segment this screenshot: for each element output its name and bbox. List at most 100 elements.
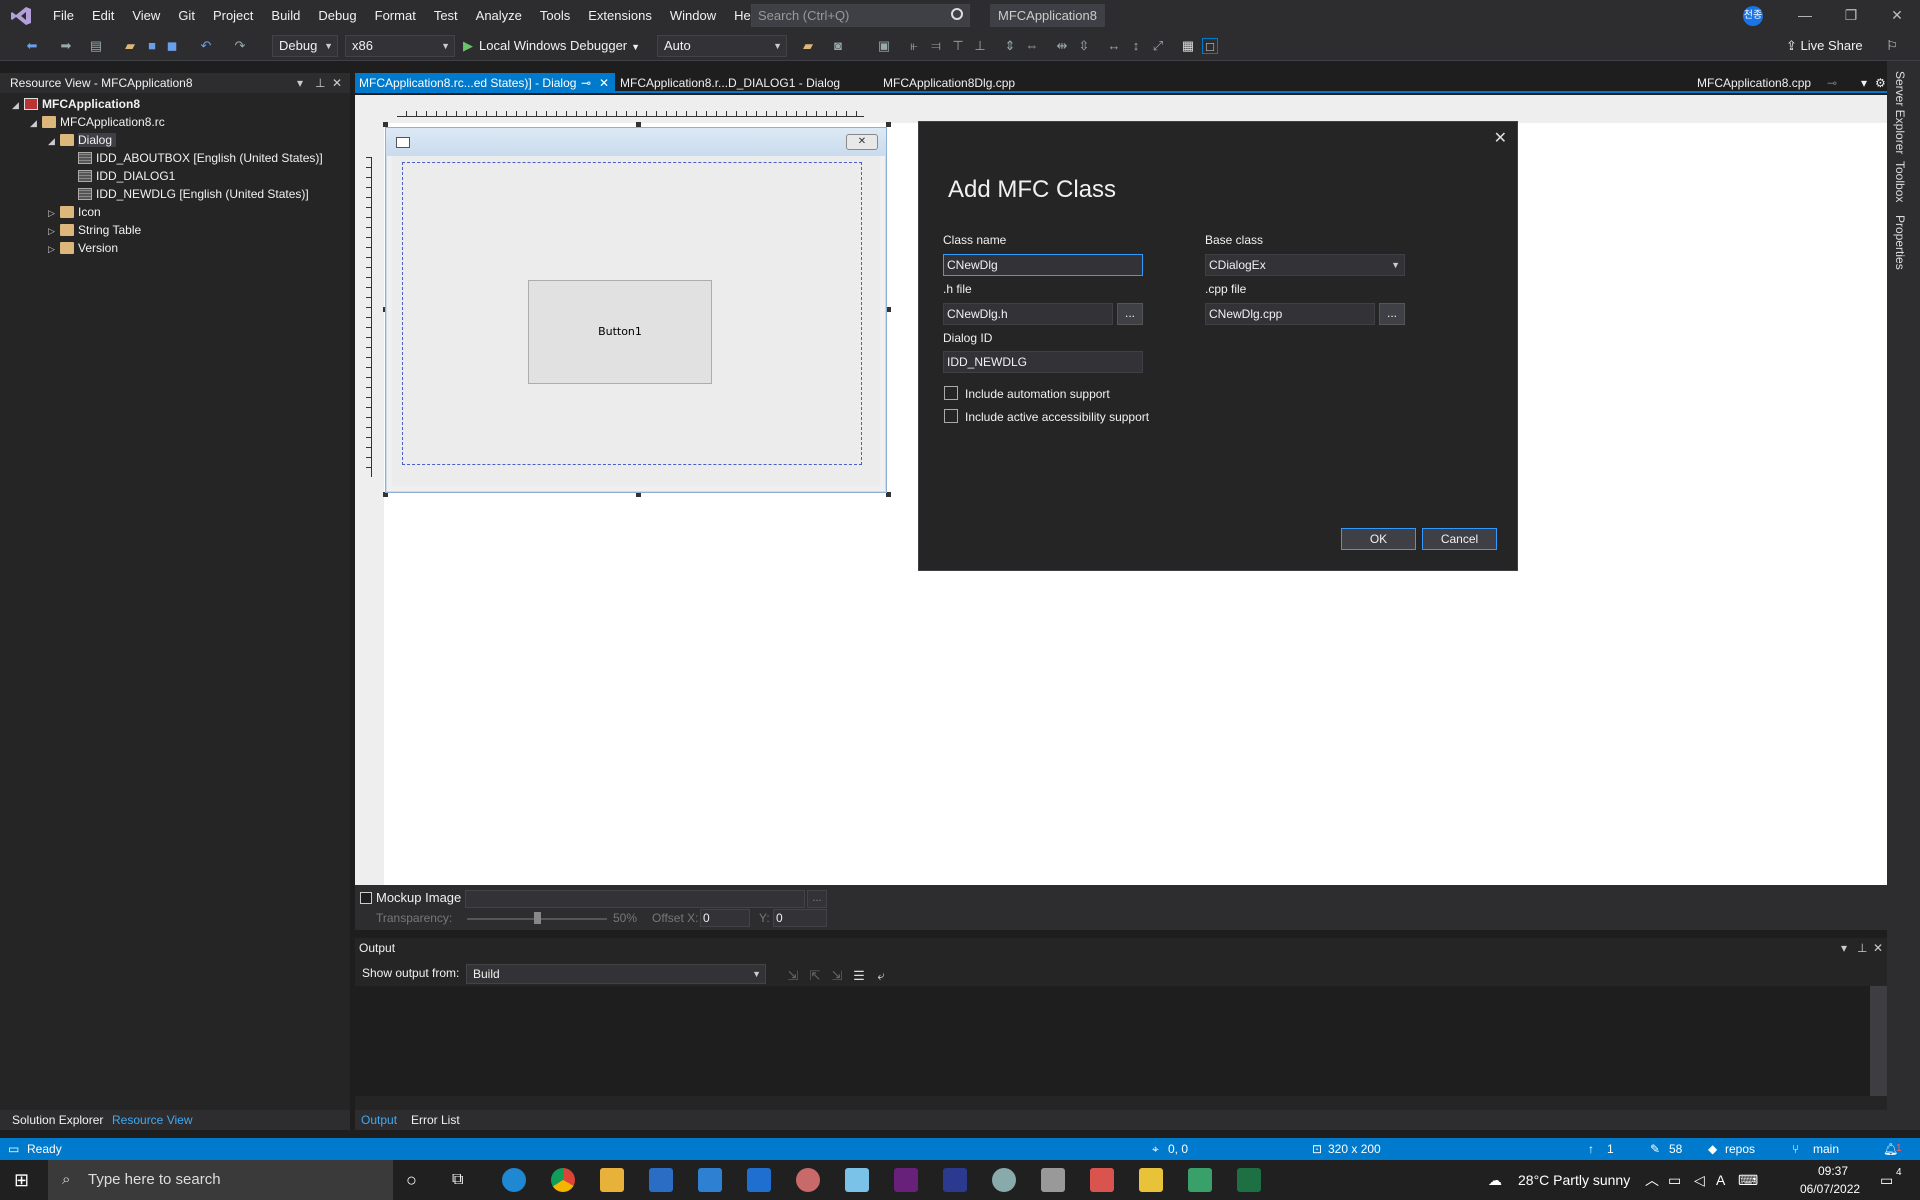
tree-item[interactable]: ▷ Version <box>48 239 118 257</box>
center-horizontal-icon[interactable]: ⇔ <box>1024 38 1040 54</box>
find-message-icon[interactable]: ⇲ <box>785 968 801 984</box>
align-bottom-icon[interactable]: ⊥ <box>972 38 988 54</box>
close-icon[interactable]: ✕ <box>599 73 609 93</box>
save-all-icon[interactable]: ◼ <box>164 38 180 54</box>
pin-icon[interactable]: ⊸ <box>581 73 591 93</box>
taskbar-search[interactable]: ⌕ Type here to search <box>48 1160 393 1200</box>
prev-message-icon[interactable]: ⇱ <box>807 968 823 984</box>
browse-button[interactable]: ... <box>807 890 827 908</box>
tree-item[interactable]: ◢ Dialog <box>48 131 117 150</box>
repo-icon[interactable]: ◆ <box>1708 1138 1717 1160</box>
collapsed-icon[interactable]: ▷ <box>48 222 60 240</box>
platform-select[interactable]: x86 ▼ <box>345 35 455 57</box>
output-source-select[interactable]: Build ▼ <box>466 964 766 984</box>
align-left-icon[interactable]: ⫦ <box>906 38 922 54</box>
expanded-icon[interactable]: ◢ <box>30 114 42 132</box>
paint-icon[interactable] <box>796 1168 820 1192</box>
action-center-icon[interactable]: ▭ <box>1880 1160 1893 1200</box>
collapsed-icon[interactable]: ▷ <box>48 204 60 222</box>
tree-item[interactable]: ▷ String Table <box>48 221 141 239</box>
tab-dialog1[interactable]: MFCApplication8.r...D_DIALOG1 - Dialog <box>616 73 844 93</box>
vertical-scrollbar[interactable] <box>1870 986 1887 1096</box>
menu-window[interactable]: Window <box>661 0 725 31</box>
redo-icon[interactable]: ↷ <box>232 38 248 54</box>
mail-icon[interactable] <box>698 1168 722 1192</box>
calculator-icon[interactable] <box>1041 1168 1065 1192</box>
back-icon[interactable]: ⬅ <box>24 38 40 54</box>
make-same-height-icon[interactable]: ↕ <box>1128 38 1144 54</box>
guides-icon[interactable]: □ <box>1202 38 1218 54</box>
toggle-icon[interactable]: ▣ <box>876 38 892 54</box>
tab-error-list[interactable]: Error List <box>407 1110 464 1130</box>
folder-icon[interactable]: ▰ <box>800 38 816 54</box>
live-share-button[interactable]: ⇪ Live Share <box>1786 36 1863 56</box>
tree-item[interactable]: IDD_NEWDLG [English (United States)] <box>66 185 309 203</box>
close-icon[interactable]: ✕ <box>332 73 342 93</box>
visual-studio-icon[interactable] <box>894 1168 918 1192</box>
new-item-icon[interactable]: ▤ <box>88 38 104 54</box>
menu-extensions[interactable]: Extensions <box>579 0 661 31</box>
screenshot-icon[interactable]: ◙ <box>830 38 846 54</box>
expanded-icon[interactable]: ◢ <box>48 132 60 150</box>
ok-button[interactable]: OK <box>1341 528 1416 550</box>
undo-icon[interactable]: ↶ <box>198 38 214 54</box>
make-same-width-icon[interactable]: ↔ <box>1106 38 1122 54</box>
minimize-button[interactable]: — <box>1782 0 1828 31</box>
menu-file[interactable]: File <box>44 0 83 31</box>
file-explorer-icon[interactable] <box>600 1168 624 1192</box>
pin-icon[interactable]: ⊥ <box>315 73 325 93</box>
expanded-icon[interactable]: ◢ <box>12 96 24 114</box>
windows-start-icon[interactable]: ⊞ <box>14 1160 29 1200</box>
mockup-path-field[interactable] <box>465 890 805 908</box>
menu-edit[interactable]: Edit <box>83 0 123 31</box>
menu-format[interactable]: Format <box>366 0 425 31</box>
tab-solution-explorer[interactable]: Solution Explorer <box>8 1110 107 1130</box>
h-file-browse-button[interactable]: ... <box>1117 303 1143 325</box>
clear-all-icon[interactable]: ☰ <box>851 968 867 984</box>
mockup-image-checkbox[interactable] <box>360 892 372 904</box>
make-same-size-icon[interactable]: ⤢ <box>1150 38 1166 54</box>
menu-view[interactable]: View <box>123 0 169 31</box>
class-name-input[interactable]: CNewDlg <box>943 254 1143 276</box>
menu-project[interactable]: Project <box>204 0 262 31</box>
ide-icon[interactable] <box>747 1168 771 1192</box>
notepad-icon[interactable] <box>845 1168 869 1192</box>
cancel-button[interactable]: Cancel <box>1422 528 1497 550</box>
input-method-icon[interactable]: A <box>1716 1160 1725 1200</box>
typora-icon[interactable] <box>1139 1168 1163 1192</box>
pin-icon[interactable]: ⊸ <box>1823 73 1841 93</box>
jetbrains-icon[interactable] <box>943 1168 967 1192</box>
space-across-icon[interactable]: ⇹ <box>1054 38 1070 54</box>
tree-item[interactable]: ▷ Icon <box>48 203 101 221</box>
pencil-icon[interactable]: ✎ <box>1650 1138 1660 1160</box>
offset-y-field[interactable]: 0 <box>773 909 827 927</box>
tree-item[interactable]: IDD_DIALOG1 <box>66 167 175 185</box>
cpp-file-browse-button[interactable]: ... <box>1379 303 1405 325</box>
office-icon[interactable] <box>1090 1168 1114 1192</box>
avatar[interactable]: 천종 <box>1743 6 1763 26</box>
forward-icon[interactable]: ➡ <box>58 38 74 54</box>
tab-resource-view[interactable]: Resource View <box>108 1110 196 1130</box>
weather-icon[interactable]: ☁ <box>1488 1160 1502 1200</box>
tray-overflow-icon[interactable]: ︿ <box>1645 1160 1659 1200</box>
app-icon[interactable] <box>992 1168 1016 1192</box>
collapsed-icon[interactable]: ▷ <box>48 240 60 258</box>
menu-debug[interactable]: Debug <box>309 0 365 31</box>
grid-icon[interactable]: ▦ <box>1180 38 1196 54</box>
feedback-icon[interactable]: ⚐ <box>1884 38 1900 54</box>
close-window-button[interactable]: ✕ <box>1874 0 1920 31</box>
excel-icon[interactable] <box>1237 1168 1261 1192</box>
tab-toolbox[interactable]: Toolbox <box>1893 161 1907 202</box>
keyboard-icon[interactable]: ⌨ <box>1738 1160 1758 1200</box>
next-message-icon[interactable]: ⇲ <box>829 968 845 984</box>
tree-item[interactable]: IDD_ABOUTBOX [English (United States)] <box>66 149 323 167</box>
tab-dialog-newdlg[interactable]: MFCApplication8.rc...ed States)] - Dialo… <box>355 73 615 93</box>
base-class-select[interactable]: CDialogEx ▼ <box>1205 254 1405 276</box>
branch-icon[interactable]: ⑂ <box>1792 1138 1799 1160</box>
dialog-preview[interactable]: ✕ Button1 <box>385 127 887 493</box>
cortana-icon[interactable]: ○ <box>406 1160 417 1200</box>
start-debugger-button[interactable]: ▶ Local Windows Debugger ▼ <box>463 35 640 57</box>
close-icon[interactable]: ✕ <box>1494 128 1507 148</box>
center-vertical-icon[interactable]: ⇕ <box>1002 38 1018 54</box>
tab-properties[interactable]: Properties <box>1893 215 1907 270</box>
